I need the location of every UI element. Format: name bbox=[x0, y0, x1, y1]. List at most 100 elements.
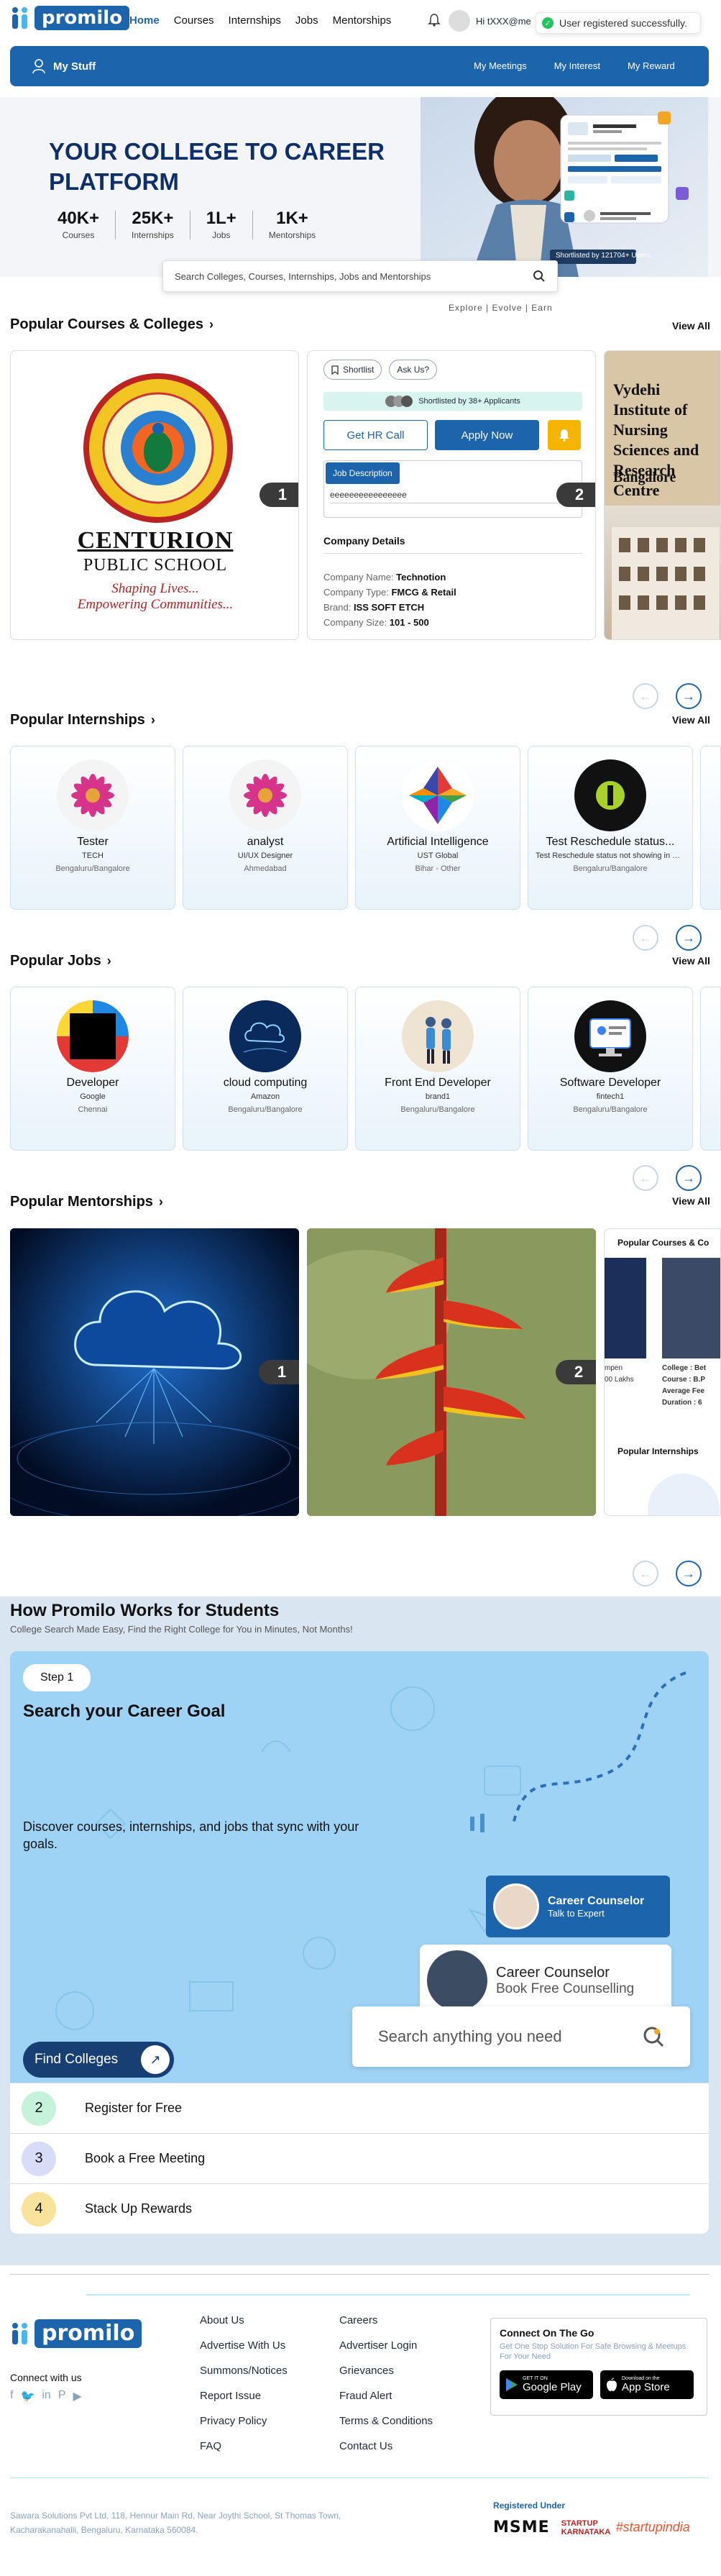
carousel-next-button[interactable]: → bbox=[676, 925, 702, 951]
my-stuff-title: My Stuff bbox=[53, 60, 96, 73]
nav-internships[interactable]: Internships bbox=[229, 14, 281, 27]
college-city: Bangalore bbox=[613, 470, 676, 485]
google-play-icon bbox=[506, 2378, 518, 2391]
carousel-prev-button[interactable]: ← bbox=[633, 1561, 658, 1586]
carousel-next-button[interactable]: → bbox=[676, 683, 702, 709]
mentorships-section-title[interactable]: Popular Mentorships › bbox=[10, 1194, 163, 1210]
step-2-row[interactable]: 2 Register for Free bbox=[10, 2083, 709, 2133]
linkedin-icon[interactable]: in bbox=[42, 2389, 50, 2403]
notify-bell-button[interactable] bbox=[548, 420, 581, 450]
pinterest-icon[interactable]: P bbox=[58, 2389, 66, 2403]
fraud-alert-link[interactable]: Fraud Alert bbox=[339, 2390, 433, 2402]
job-description-text: eeeeeeeeeeeeeeee bbox=[330, 490, 576, 503]
shortlist-button[interactable]: Shortlist bbox=[323, 360, 382, 380]
footer-links-col2: Careers Advertiser Login Grievances Frau… bbox=[339, 2314, 433, 2465]
apply-now-button[interactable]: Apply Now bbox=[435, 420, 539, 450]
grievances-link[interactable]: Grievances bbox=[339, 2365, 433, 2377]
mentorship-card-1[interactable]: 1 bbox=[10, 1228, 299, 1516]
step-4-row[interactable]: 4 Stack Up Rewards bbox=[10, 2183, 709, 2234]
nav-home[interactable]: Home bbox=[129, 14, 160, 27]
side-preview-title: Popular Courses & Co bbox=[617, 1238, 709, 1248]
internship-card[interactable]: Tester TECH Bengaluru/Bangalore bbox=[10, 746, 175, 910]
search-icon[interactable] bbox=[533, 270, 546, 283]
course-card-3[interactable]: Vydehi Institute of Nursing Sciences and… bbox=[604, 350, 721, 640]
report-issue-link[interactable]: Report Issue bbox=[200, 2390, 288, 2402]
my-interest-link[interactable]: My Interest bbox=[554, 60, 600, 71]
summons-link[interactable]: Summons/Notices bbox=[200, 2365, 288, 2377]
bell-icon[interactable] bbox=[428, 13, 441, 31]
top-navbar: promilo Home Courses Internships Jobs Me… bbox=[0, 0, 721, 43]
job-description-tab[interactable]: Job Description bbox=[326, 462, 400, 484]
step-label-pill: Step 1 bbox=[23, 1664, 91, 1691]
job-card-partial[interactable] bbox=[700, 987, 721, 1151]
advertiser-login-link[interactable]: Advertiser Login bbox=[339, 2339, 433, 2352]
job-card[interactable]: Software Developer fintech1 Bengaluru/Bang… bbox=[528, 987, 693, 1151]
hero-search-input[interactable]: Search Colleges, Courses, Internships, J… bbox=[162, 260, 558, 292]
mentorship-card-3[interactable]: Popular Courses & Co mpen 00 Lakhs Colleg… bbox=[604, 1228, 721, 1516]
centurion-school-logo bbox=[83, 373, 234, 527]
job-card[interactable]: Front End Developer brand1 Bengaluru/Banga… bbox=[355, 987, 520, 1151]
internship-card-partial[interactable] bbox=[700, 746, 721, 910]
carousel-prev-button[interactable]: ← bbox=[633, 683, 658, 709]
carousel-next-button[interactable]: → bbox=[676, 1561, 702, 1586]
my-stuff-link[interactable]: My Stuff bbox=[32, 58, 96, 74]
carousel-next-button[interactable]: → bbox=[676, 1165, 702, 1191]
jobs-section-title[interactable]: Popular Jobs › bbox=[10, 953, 111, 969]
mentorships-view-all[interactable]: View All bbox=[672, 1195, 710, 1207]
internship-card[interactable]: Test Reschedule status... Test Reschedule… bbox=[528, 746, 693, 910]
faq-link[interactable]: FAQ bbox=[200, 2440, 288, 2452]
job-card[interactable]: Developer Google Chennai bbox=[10, 987, 175, 1151]
courses-section-title[interactable]: Popular Courses & Colleges › bbox=[10, 316, 213, 333]
nav-jobs[interactable]: Jobs bbox=[295, 14, 318, 27]
footer-promilo-logo[interactable]: promilo bbox=[10, 2319, 142, 2348]
step-3-row[interactable]: 3 Book a Free Meeting bbox=[10, 2133, 709, 2183]
stat-mentorships: 1K+ Mentorships bbox=[268, 209, 316, 240]
advertise-link[interactable]: Advertise With Us bbox=[200, 2339, 288, 2352]
internship-card[interactable]: analyst UI/UX Designer Ahmedabad bbox=[183, 746, 348, 910]
avatar[interactable] bbox=[449, 10, 470, 32]
careers-link[interactable]: Careers bbox=[339, 2314, 433, 2326]
nav-mentorships[interactable]: Mentorships bbox=[333, 14, 392, 27]
twitter-icon[interactable]: 🐦 bbox=[20, 2389, 35, 2403]
my-reward-link[interactable]: My Reward bbox=[628, 60, 675, 71]
my-meetings-link[interactable]: My Meetings bbox=[474, 60, 527, 71]
stat-jobs: 1L+ Jobs bbox=[206, 209, 236, 240]
ask-us-button[interactable]: Ask Us? bbox=[389, 360, 438, 380]
get-hr-call-button[interactable]: Get HR Call bbox=[323, 420, 428, 450]
mentorship-card-2[interactable]: 2 bbox=[307, 1228, 596, 1516]
course-card-1[interactable]: CENTURION PUBLIC SCHOOL Shaping Lives...… bbox=[10, 350, 299, 640]
contact-us-link[interactable]: Contact Us bbox=[339, 2440, 433, 2452]
flower-image bbox=[57, 759, 129, 831]
talk-to-expert-card[interactable]: Career Counselor Talk to Expert bbox=[486, 1876, 670, 1937]
nav-courses[interactable]: Courses bbox=[174, 14, 214, 27]
book-counselling-card[interactable]: Career Counselor Book Free Counselling bbox=[420, 1945, 671, 2017]
applicants-banner: Shortlisted by 38+ Applicants bbox=[323, 392, 582, 411]
internships-view-all[interactable]: View All bbox=[672, 714, 710, 726]
internships-section-title[interactable]: Popular Internships › bbox=[10, 712, 155, 729]
applicant-avatars bbox=[385, 396, 413, 407]
carousel-prev-button[interactable]: ← bbox=[633, 1165, 658, 1191]
facebook-icon[interactable]: f bbox=[10, 2389, 13, 2403]
jobs-view-all[interactable]: View All bbox=[672, 955, 710, 967]
course-detail-card: Shortlist Ask Us? Shortlisted by 38+ App… bbox=[307, 350, 596, 640]
how-subtitle: College Search Made Easy, Find the Right… bbox=[10, 1624, 353, 1635]
internship-card[interactable]: Artificial Intelligence UST Global Bihar -… bbox=[355, 746, 520, 910]
toast-message: User registered successfully. bbox=[559, 17, 687, 29]
youtube-icon[interactable]: ▶ bbox=[73, 2389, 82, 2403]
app-store-button[interactable]: Download on the App Store bbox=[600, 2370, 694, 2399]
google-play-button[interactable]: GET IT ON Google Play bbox=[500, 2370, 593, 2399]
terms-link[interactable]: Terms & Conditions bbox=[339, 2415, 433, 2427]
promilo-logo[interactable]: promilo bbox=[10, 6, 130, 30]
success-toast: ✓ User registered successfully. bbox=[536, 12, 701, 34]
job-card[interactable]: cloud computing Amazon Bengaluru/Bangalore bbox=[183, 987, 348, 1151]
how-search-input[interactable]: Search anything you need bbox=[352, 2006, 690, 2067]
slide-number-badge: 1 bbox=[260, 483, 298, 507]
how-title: How Promilo Works for Students bbox=[10, 1601, 280, 1620]
find-colleges-button[interactable]: Find Colleges ↗ bbox=[23, 2042, 174, 2078]
carousel-prev-button[interactable]: ← bbox=[633, 925, 658, 951]
company-details-list: Company Name: Technotion Company Type: F… bbox=[323, 572, 456, 628]
privacy-policy-link[interactable]: Privacy Policy bbox=[200, 2415, 288, 2427]
courses-view-all[interactable]: View All bbox=[672, 320, 710, 332]
heliconia-flower-image bbox=[307, 1228, 596, 1516]
about-us-link[interactable]: About Us bbox=[200, 2314, 288, 2326]
